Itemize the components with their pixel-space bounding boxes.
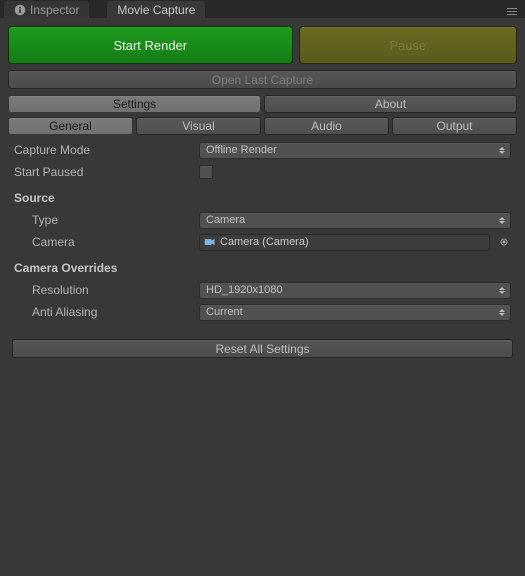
tab-output[interactable]: Output [392,117,517,135]
resolution-dropdown[interactable]: HD_1920x1080 [199,282,511,299]
object-picker-button[interactable] [496,235,511,250]
reset-all-settings-label: Reset All Settings [215,342,309,356]
tab-visual-label: Visual [182,119,214,133]
camera-icon [204,237,216,247]
chevron-updown-icon [497,305,507,320]
movie-capture-tab-label: Movie Capture [117,3,195,17]
properties: Capture Mode Offline Render Start Paused… [8,139,517,329]
label-camera: Camera [14,235,199,249]
label-resolution: Resolution [14,283,199,297]
tab-about-label: About [375,97,406,111]
start-render-label: Start Render [113,38,187,53]
label-capture-mode: Capture Mode [14,143,199,157]
window-menu-icon[interactable] [505,3,519,15]
chevron-updown-icon [497,213,507,228]
row-type: Type Camera [14,209,511,231]
label-anti-aliasing: Anti Aliasing [14,305,199,319]
open-last-capture-button[interactable]: Open Last Capture [8,70,517,89]
resolution-value: HD_1920x1080 [206,284,282,296]
tab-settings[interactable]: Settings [8,95,261,113]
tab-audio-label: Audio [311,119,342,133]
type-value: Camera [206,214,245,226]
start-render-button[interactable]: Start Render [8,26,293,64]
pause-button[interactable]: Pause [299,26,517,64]
row-anti-aliasing: Anti Aliasing Current [14,301,511,323]
tab-general[interactable]: General [8,117,133,135]
chevron-updown-icon [497,143,507,158]
panel-body: Start Render Pause Open Last Capture Set… [0,18,525,358]
category-toggle: General Visual Audio Output [8,117,517,135]
inspector-tab-label: Inspector [30,3,79,17]
movie-capture-tab[interactable]: Movie Capture [107,1,205,18]
inspector-tab[interactable]: Inspector [4,1,89,18]
info-icon [14,4,26,16]
tab-visual[interactable]: Visual [136,117,261,135]
label-type: Type [14,213,199,227]
action-row: Start Render Pause [8,26,517,64]
tab-settings-label: Settings [113,97,156,111]
pause-label: Pause [389,38,426,53]
anti-aliasing-dropdown[interactable]: Current [199,304,511,321]
start-paused-checkbox[interactable] [199,165,213,179]
type-dropdown[interactable]: Camera [199,212,511,229]
window-tabbar: Inspector Movie Capture [0,0,525,18]
section-source: Source [14,183,511,209]
capture-mode-dropdown[interactable]: Offline Render [199,142,511,159]
section-overrides: Camera Overrides [14,253,511,279]
camera-value: Camera (Camera) [220,236,309,248]
tab-about[interactable]: About [264,95,517,113]
reset-all-settings-button[interactable]: Reset All Settings [12,339,513,358]
row-capture-mode: Capture Mode Offline Render [14,139,511,161]
tab-output-label: Output [436,119,472,133]
open-last-capture-label: Open Last Capture [212,73,313,87]
capture-mode-value: Offline Render [206,144,277,156]
row-resolution: Resolution HD_1920x1080 [14,279,511,301]
row-start-paused: Start Paused [14,161,511,183]
anti-aliasing-value: Current [206,306,243,318]
chevron-updown-icon [497,283,507,298]
label-start-paused: Start Paused [14,165,199,179]
settings-about-toggle: Settings About [8,95,517,113]
camera-object-field[interactable]: Camera (Camera) [199,234,490,251]
tab-general-label: General [49,119,92,133]
row-camera: Camera Camera (Camera) [14,231,511,253]
tab-audio[interactable]: Audio [264,117,389,135]
